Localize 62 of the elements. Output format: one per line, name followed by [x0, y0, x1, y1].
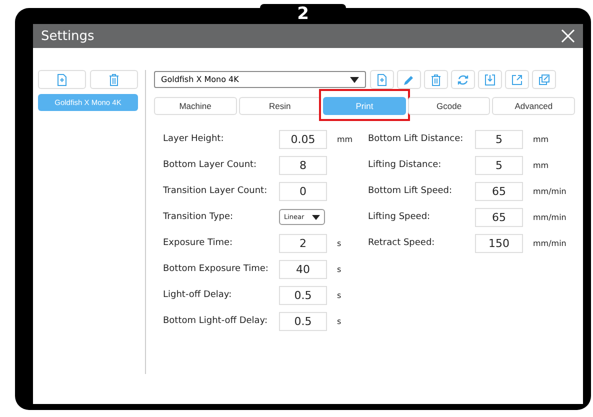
add-file-icon [376, 74, 388, 86]
field-label: Light-off Delay: [163, 290, 233, 300]
window-title: Settings [41, 28, 94, 44]
trash-icon [430, 74, 442, 86]
toolbar-button[interactable] [505, 70, 529, 89]
input-field[interactable]: 65 [475, 182, 523, 200]
field-label: Transition Layer Count: [163, 186, 268, 196]
input-field[interactable]: 150 [475, 234, 523, 252]
input-field[interactable]: 0.5 [279, 312, 327, 330]
caret-icon [312, 214, 320, 220]
tab[interactable]: Advanced [492, 97, 575, 115]
tab[interactable]: Gcode [408, 97, 490, 115]
field-label: Layer Height: [163, 134, 225, 144]
input-field[interactable]: 0.05 [279, 130, 327, 148]
caret-icon [350, 76, 359, 82]
delete-profile-button[interactable] [90, 70, 138, 89]
refresh-icon [457, 74, 469, 86]
import-icon [484, 74, 496, 86]
unit-label: s [337, 264, 342, 274]
field-label: Bottom Light-off Delay: [163, 316, 269, 326]
field-label: Bottom Lift Distance: [368, 134, 464, 144]
input-field[interactable]: 0 [279, 182, 327, 200]
trash-icon [109, 74, 119, 86]
unit-label: s [337, 316, 342, 326]
add-profile-button[interactable] [38, 70, 86, 89]
unit-label: mm [337, 134, 353, 144]
field-label: Exposure Time: [163, 238, 234, 248]
unit-label: s [337, 238, 342, 248]
field-label: Bottom Lift Speed: [368, 186, 454, 196]
unit-label: s [337, 290, 342, 300]
toolbar-button[interactable] [397, 70, 421, 89]
tab[interactable]: Resin [238, 97, 322, 115]
toolbar-button[interactable] [478, 70, 502, 89]
unit-label: mm [533, 160, 549, 170]
input-field[interactable]: 40 [279, 260, 327, 278]
unit-label: mm/min [533, 186, 566, 196]
close-button[interactable] [561, 29, 575, 43]
export-icon [511, 74, 523, 86]
input-field[interactable]: 8 [279, 156, 327, 174]
field-label: Lifting Distance: [368, 160, 442, 170]
input-field[interactable]: 2 [279, 234, 327, 252]
toolbar-button[interactable] [424, 70, 448, 89]
field-label: Bottom Layer Count: [163, 160, 258, 170]
field-label: Retract Speed: [368, 238, 436, 248]
toolbar-button[interactable] [451, 70, 475, 89]
field-label: Lifting Speed: [368, 212, 432, 222]
pencil-icon [403, 74, 415, 86]
close-icon [561, 29, 575, 43]
input-field[interactable]: 5 [475, 130, 523, 148]
toolbar-button[interactable] [370, 70, 394, 89]
toolbar-button[interactable] [532, 70, 556, 89]
input-field[interactable]: 5 [475, 156, 523, 174]
profile-dropdown[interactable]: Goldfish X Mono 4K [154, 71, 366, 88]
field-label: Bottom Exposure Time: [163, 264, 270, 274]
unit-label: mm/min [533, 238, 566, 248]
field-label: Transition Type: [163, 212, 234, 222]
tab[interactable]: Machine [154, 97, 237, 115]
add-file-icon [57, 74, 67, 86]
input-field[interactable]: 0.5 [279, 286, 327, 304]
unit-label: mm [533, 134, 549, 144]
unit-label: mm/min [533, 212, 566, 222]
input-field[interactable]: 65 [475, 208, 523, 226]
